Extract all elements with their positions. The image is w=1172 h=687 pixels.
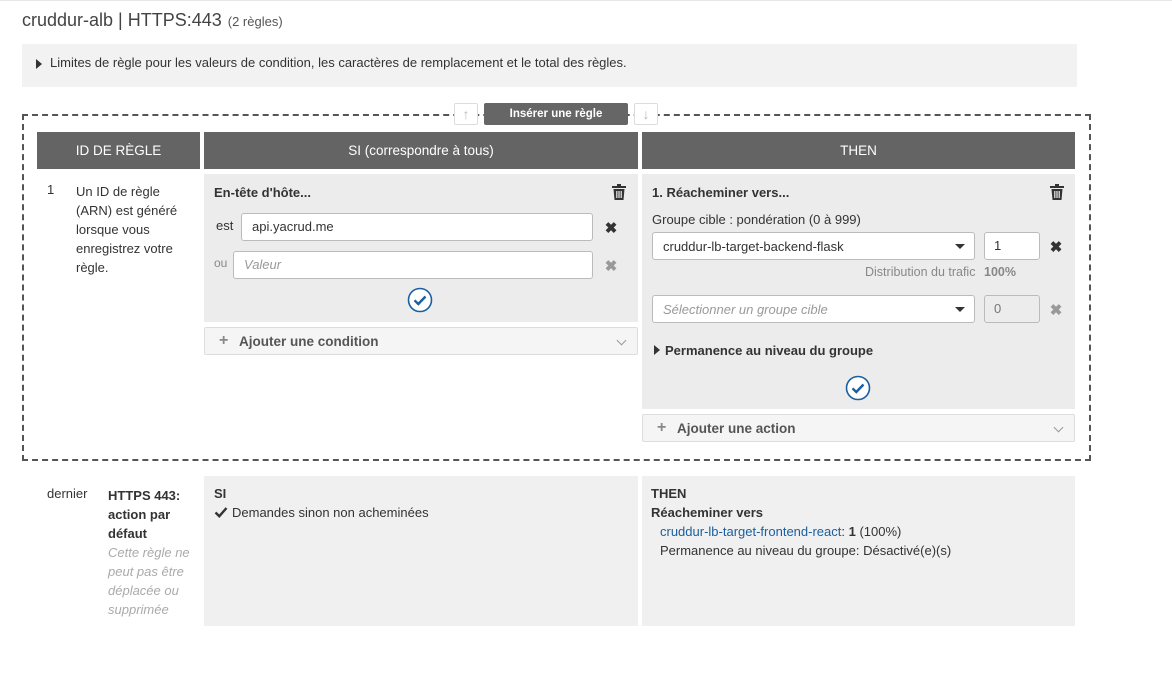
- default-stickiness-text: Permanence au niveau du groupe: Désactiv…: [660, 543, 952, 558]
- placeholder-weight-input[interactable]: 0: [984, 295, 1040, 323]
- target-weight-input[interactable]: 1: [984, 232, 1040, 260]
- distribution-label: Distribution du trafic: [865, 265, 976, 279]
- default-target-line: cruddur-lb-target-frontend-react: 1 (100…: [660, 524, 901, 539]
- plus-icon: +: [219, 332, 229, 349]
- add-condition-button[interactable]: + Ajouter une condition: [204, 327, 638, 355]
- caret-right-icon: [654, 345, 660, 355]
- dropdown-caret-icon: [955, 307, 965, 312]
- checkmark-icon: [214, 505, 228, 522]
- rule-count: (2 règles): [227, 14, 283, 29]
- arrow-up-icon[interactable]: ↑: [454, 103, 478, 125]
- target-group-select-empty[interactable]: Sélectionner un groupe cible: [652, 295, 975, 323]
- close-icon[interactable]: ✖: [1049, 238, 1063, 256]
- trash-icon[interactable]: [1050, 184, 1064, 200]
- target-group-select[interactable]: cruddur-lb-target-backend-flask: [652, 232, 975, 260]
- distribution-value: 100%: [984, 265, 1016, 279]
- page-title: cruddur-alb | HTTPS:443 (2 règles): [22, 10, 283, 31]
- rule-number: 1: [47, 182, 55, 197]
- caret-right-icon: [36, 59, 42, 69]
- chevron-down-icon: [1053, 422, 1064, 433]
- default-rule-number: dernier: [47, 486, 88, 501]
- column-header-rule-id: ID DE RÈGLE: [37, 132, 200, 169]
- default-target-weight: 1: [848, 524, 856, 539]
- default-if-heading: SI: [214, 486, 227, 501]
- close-icon[interactable]: ✖: [604, 257, 618, 275]
- default-target-colon: :: [841, 524, 845, 539]
- close-icon[interactable]: ✖: [604, 219, 618, 237]
- rule-id-text: Un ID de règle (ARN) est généré lorsque …: [76, 184, 178, 275]
- weight-label: Groupe cible : pondération (0 à 999): [652, 212, 861, 227]
- check-circle-icon[interactable]: [845, 375, 871, 401]
- target-group-value: cruddur-lb-target-backend-flask: [663, 239, 844, 254]
- action-panel: [642, 174, 1075, 409]
- arrow-down-icon[interactable]: ↓: [634, 103, 658, 125]
- column-header-if: SI (correspondre à tous): [204, 132, 638, 169]
- listener-title: cruddur-alb | HTTPS:443: [22, 10, 222, 30]
- target-group-placeholder: Sélectionner un groupe cible: [663, 302, 828, 317]
- stickiness-expander[interactable]: Permanence au niveau du groupe: [665, 343, 873, 358]
- rule-limits-label: Limites de règle pour les valeurs de con…: [50, 55, 627, 70]
- check-circle-icon[interactable]: [407, 287, 433, 313]
- default-rule-title: HTTPS 443: action par défaut: [108, 488, 181, 541]
- or-value-input[interactable]: Valeur: [233, 251, 593, 279]
- default-forward-label: Réacheminer vers: [651, 505, 764, 520]
- chevron-down-icon: [616, 335, 627, 346]
- default-rule-note: Cette règle ne peut pas être déplacée ou…: [108, 545, 190, 617]
- add-action-button[interactable]: + Ajouter une action: [642, 414, 1075, 442]
- default-target-percent: (100%): [859, 524, 902, 539]
- dropdown-caret-icon: [955, 244, 965, 249]
- is-label: est: [216, 218, 234, 233]
- host-header-input[interactable]: api.yacrud.me: [241, 213, 593, 241]
- plus-icon: +: [657, 419, 667, 436]
- trash-icon[interactable]: [612, 184, 626, 200]
- default-if-panel: [204, 476, 638, 626]
- close-icon[interactable]: ✖: [1049, 301, 1063, 319]
- column-header-then: THEN: [642, 132, 1075, 169]
- action-title: 1. Réacheminer vers...: [652, 185, 790, 200]
- add-condition-label: Ajouter une condition: [239, 334, 379, 349]
- or-label: ou: [214, 256, 228, 270]
- condition-title: En-tête d'hôte...: [214, 185, 311, 200]
- add-action-label: Ajouter une action: [677, 421, 796, 436]
- default-if-text: Demandes sinon non acheminées: [232, 505, 429, 520]
- default-target-link[interactable]: cruddur-lb-target-frontend-react: [660, 524, 841, 539]
- rule-limits-expander[interactable]: Limites de règle pour les valeurs de con…: [22, 44, 1077, 87]
- default-then-heading: THEN: [651, 486, 687, 501]
- top-divider: [0, 0, 1172, 1]
- insert-rule-button[interactable]: Insérer une règle: [484, 103, 628, 125]
